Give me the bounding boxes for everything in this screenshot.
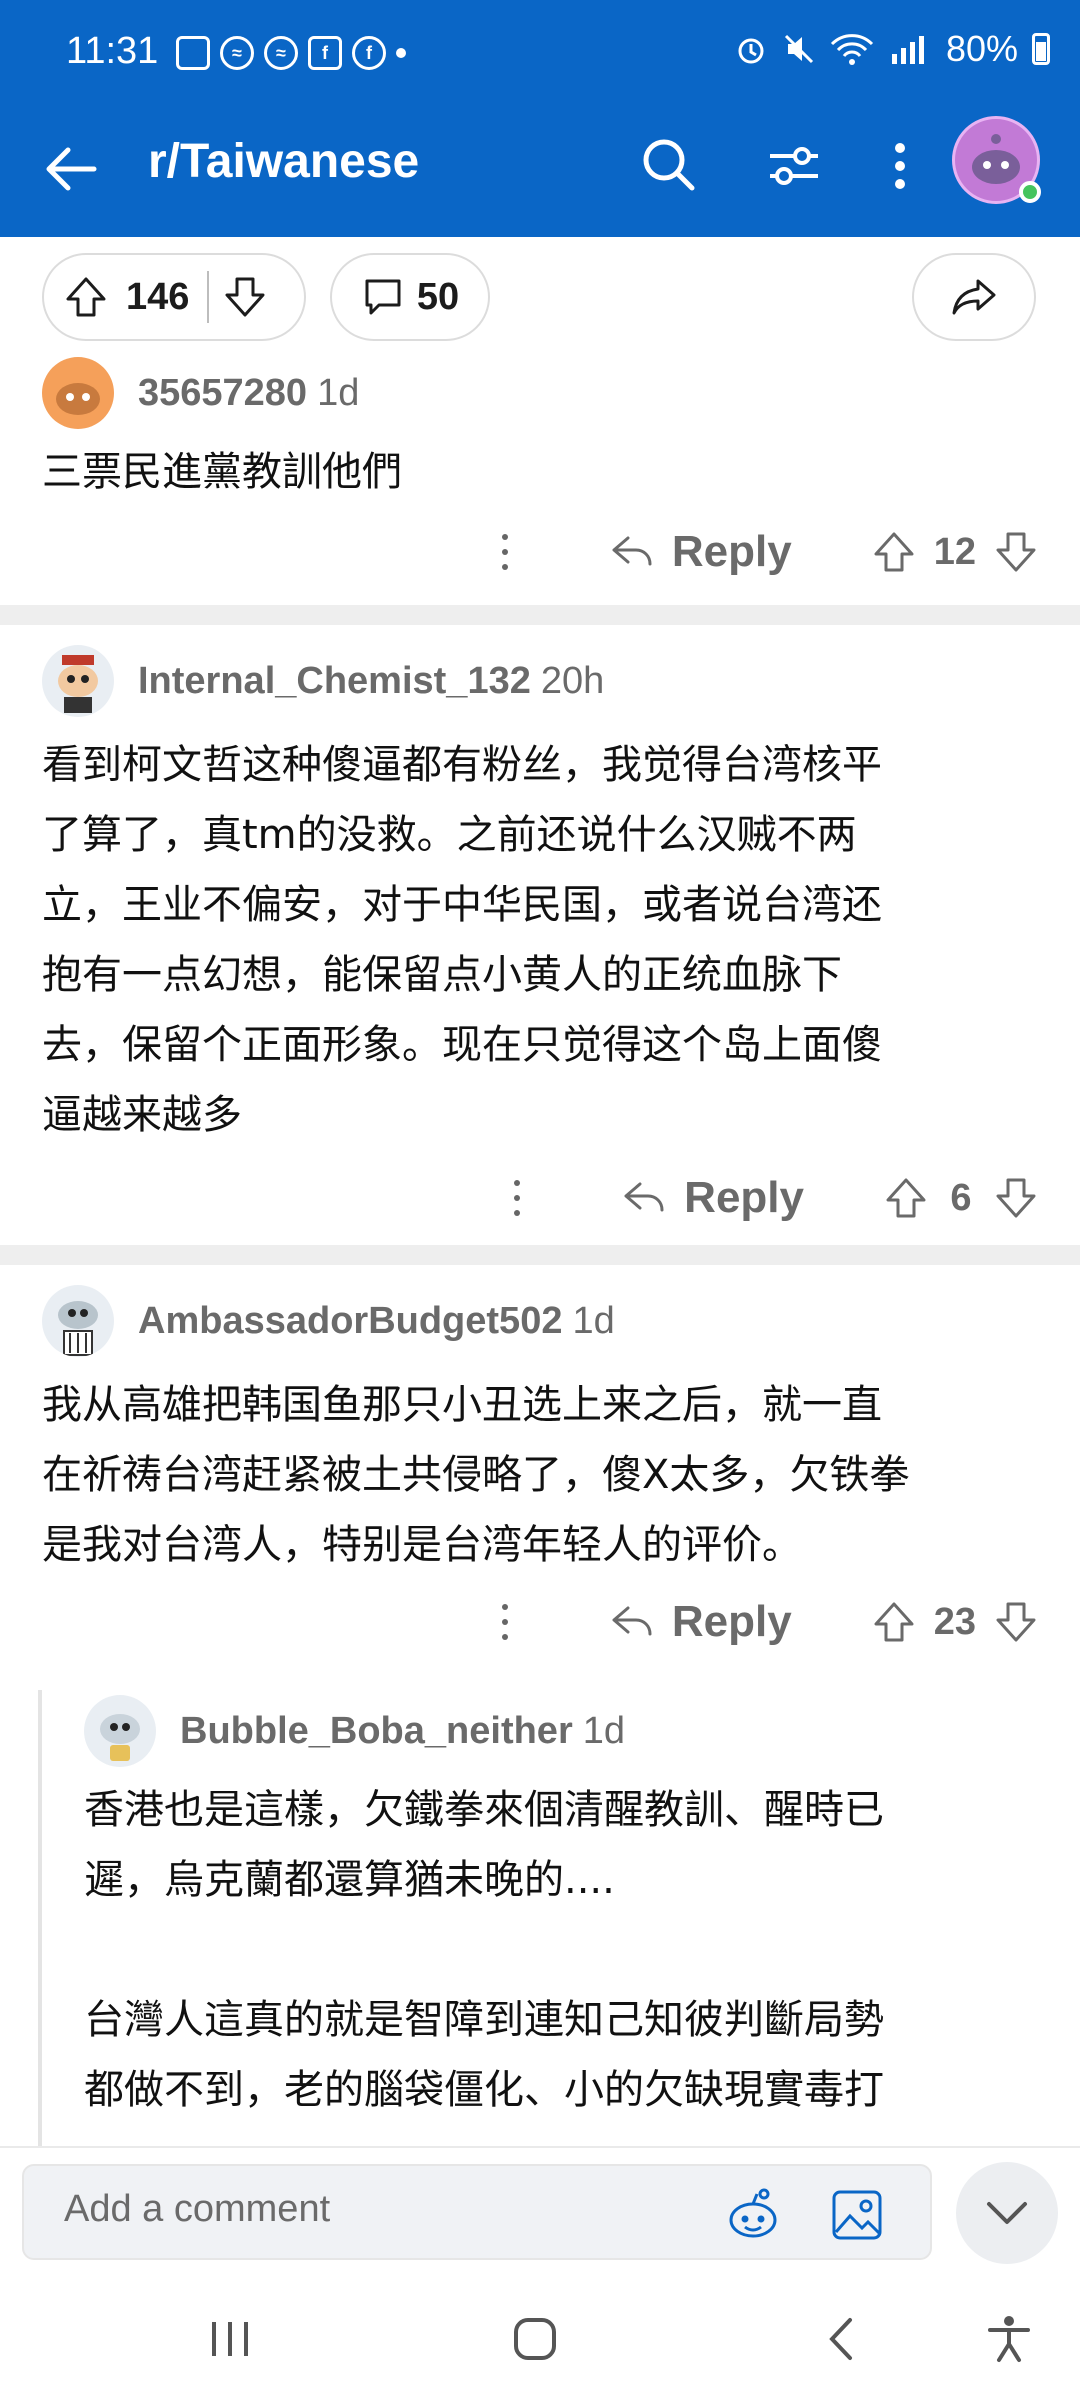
comment-body: 三票民進黨教訓他們	[42, 449, 402, 495]
reply-icon[interactable]	[610, 530, 654, 574]
accessibility-icon[interactable]	[984, 2314, 1034, 2364]
share-button[interactable]	[912, 253, 1036, 341]
comment-actions: Reply 6	[510, 1173, 1038, 1223]
comment-body: 我从高雄把韩国鱼那只小丑选上来之后，就一直 在祈祷台湾赶紧被土共侵略了，傻X太多…	[42, 1382, 910, 1568]
back-nav-icon[interactable]	[816, 2314, 866, 2364]
comment-actions: Reply 12	[498, 527, 1038, 577]
system-icons: 80%	[734, 28, 1050, 70]
downvote-icon[interactable]	[994, 1600, 1038, 1644]
contact-icon: f	[308, 36, 342, 70]
filter-icon[interactable]	[762, 134, 826, 198]
home-icon[interactable]	[510, 2314, 560, 2364]
subreddit-title[interactable]: r/Taiwanese	[148, 134, 419, 189]
snoo-avatar-icon	[100, 1714, 140, 1761]
more-notifications-dot	[396, 48, 406, 58]
comment-actions: Reply 23	[498, 1597, 1038, 1647]
mute-icon	[784, 34, 813, 64]
comment-body: 香港也是這樣，欠鐵拳來個清醒教訓、醒時已 遲，烏克蘭都還算猶未晚的.... 台灣…	[84, 1787, 884, 2113]
comment-time: 1d	[572, 1299, 615, 1342]
comment-username[interactable]: Bubble_Boba_neither	[180, 1710, 573, 1753]
post-actions-row: 146 50	[0, 237, 1080, 357]
upvote-icon[interactable]	[872, 530, 916, 574]
snoo-avatar-icon	[58, 655, 98, 713]
add-comment-input[interactable]: Add a comment	[22, 2164, 932, 2260]
snoo-avatar-icon	[58, 1301, 98, 1356]
comment-username[interactable]: AmbassadorBudget502	[138, 1300, 562, 1343]
comment-header: AmbassadorBudget502 1d	[42, 1285, 615, 1357]
share-icon	[952, 279, 996, 315]
back-arrow-icon[interactable]	[36, 134, 106, 204]
comment-body: 看到柯文哲这种傻逼都有粉丝，我觉得台湾核平 了算了，真tm的没救。之前还说什么汉…	[42, 742, 882, 1138]
status-bar: 11:31 ≈ ≈ f f 80%	[0, 0, 1080, 110]
downvote-icon[interactable]	[994, 530, 1038, 574]
app-bar: r/Taiwanese	[0, 110, 1080, 237]
add-comment-placeholder: Add a comment	[64, 2188, 331, 2230]
instagram-icon	[176, 36, 210, 70]
top-bar: 11:31 ≈ ≈ f f 80% r/Taiwanese	[0, 0, 1080, 237]
comment-more-icon[interactable]	[498, 1602, 510, 1642]
comment-header: Bubble_Boba_neither 1d	[84, 1695, 625, 1767]
image-upload-icon[interactable]	[830, 2188, 884, 2242]
downvote-icon[interactable]	[994, 1176, 1038, 1220]
comment-header: Internal_Chemist_132 20h	[42, 645, 604, 717]
reply-icon[interactable]	[622, 1176, 666, 1220]
system-nav-bar	[0, 2286, 1080, 2400]
post-comment-count: 50	[416, 275, 460, 318]
messenger-icon: ≈	[264, 36, 298, 70]
comment-time: 1d	[317, 371, 360, 414]
nested-comment: Bubble_Boba_neither 1d 香港也是這樣，欠鐵拳來個清醒教訓、…	[0, 1695, 1080, 2146]
more-options-icon[interactable]	[880, 134, 920, 198]
comment-more-icon[interactable]	[498, 532, 510, 572]
user-avatar[interactable]	[952, 116, 1041, 204]
comment-time: 1d	[582, 1709, 626, 1752]
collapse-button[interactable]	[956, 2162, 1058, 2264]
comment-input-bar: Add a comment	[0, 2146, 1080, 2286]
comment: AmbassadorBudget502 1d 我从高雄把韩国鱼那只小丑选上来之后…	[0, 1285, 1080, 1665]
commenter-avatar[interactable]	[84, 1695, 156, 1767]
comment-more-icon[interactable]	[510, 1178, 522, 1218]
comment-score: 23	[933, 1600, 976, 1643]
post-vote-pill: 146	[42, 253, 306, 341]
search-icon[interactable]	[636, 132, 700, 196]
comment-score: 12	[933, 530, 976, 573]
wifi-icon	[830, 34, 874, 65]
comment-score: 6	[950, 1176, 972, 1219]
comment-divider	[0, 1245, 1080, 1265]
commenter-avatar[interactable]	[42, 645, 114, 717]
comment-username[interactable]: Internal_Chemist_132	[138, 660, 531, 703]
status-time: 11:31	[66, 30, 159, 72]
commenter-avatar[interactable]	[42, 357, 114, 429]
upvote-icon[interactable]	[64, 275, 108, 319]
online-indicator	[1019, 181, 1041, 203]
recent-apps-icon[interactable]	[206, 2314, 256, 2364]
downvote-icon[interactable]	[223, 275, 267, 319]
post-comments-button[interactable]: 50	[330, 253, 490, 341]
upvote-icon[interactable]	[884, 1176, 928, 1220]
comment-icon	[365, 279, 401, 315]
reply-button[interactable]: Reply	[672, 1597, 792, 1647]
signal-icon	[891, 36, 924, 64]
notification-icons: ≈ ≈ f f	[176, 36, 406, 70]
comment-header: 35657280 1d	[42, 357, 359, 429]
chevron-down-icon	[987, 2202, 1027, 2224]
comment: Internal_Chemist_132 20h 看到柯文哲这种傻逼都有粉丝，我…	[0, 645, 1080, 1245]
reply-button[interactable]: Reply	[672, 527, 792, 577]
reply-button[interactable]: Reply	[684, 1173, 804, 1223]
commenter-avatar[interactable]	[42, 1285, 114, 1357]
facebook-icon: f	[352, 36, 386, 70]
post-score: 146	[126, 275, 190, 318]
reply-icon[interactable]	[610, 1600, 654, 1644]
comment-time: 20h	[540, 659, 605, 702]
snoo-emoji-icon[interactable]	[724, 2186, 782, 2244]
messenger-icon: ≈	[220, 36, 254, 70]
comment-divider	[0, 605, 1080, 625]
comment-username[interactable]: 35657280	[138, 372, 307, 415]
snoo-avatar-icon	[56, 383, 100, 415]
battery-icon	[1032, 33, 1050, 65]
upvote-icon[interactable]	[872, 1600, 916, 1644]
comment: 35657280 1d 三票民進黨教訓他們 Reply 12	[0, 357, 1080, 605]
vote-separator	[207, 271, 210, 323]
alarm-icon	[738, 38, 764, 64]
battery-percent: 80%	[945, 28, 1018, 69]
